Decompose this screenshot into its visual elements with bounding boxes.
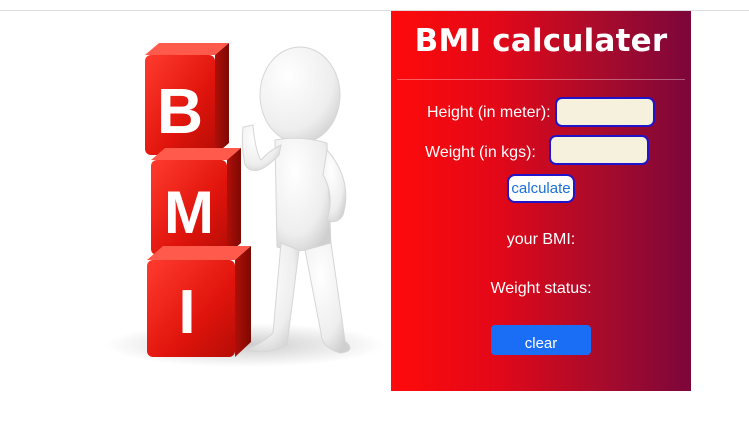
weight-label: Weight (in kgs): <box>425 144 536 161</box>
cube-letter-m: M <box>164 179 214 246</box>
bmi-result-label: your BMI: <box>506 231 576 248</box>
height-input[interactable] <box>555 97 655 127</box>
title-divider <box>397 79 685 80</box>
clear-button[interactable]: clear <box>491 325 591 355</box>
cube-i: I <box>147 246 251 357</box>
panel-title: BMI calculater <box>414 23 668 59</box>
cube-m: M <box>151 148 241 255</box>
height-label: Height (in meter): <box>427 104 551 121</box>
cube-b: B <box>145 43 229 155</box>
cube-letter-b: B <box>157 75 203 147</box>
cube-letter-i: I <box>178 278 195 347</box>
weight-status-label: Weight status: <box>490 280 592 297</box>
calculate-button[interactable]: calculate <box>507 174 575 203</box>
stick-figure <box>241 46 351 354</box>
weight-input[interactable] <box>549 135 649 165</box>
bmi-calculator-panel: BMI calculater Height (in meter): Weight… <box>391 11 691 391</box>
bmi-hero-illustration: B M I <box>105 43 385 367</box>
